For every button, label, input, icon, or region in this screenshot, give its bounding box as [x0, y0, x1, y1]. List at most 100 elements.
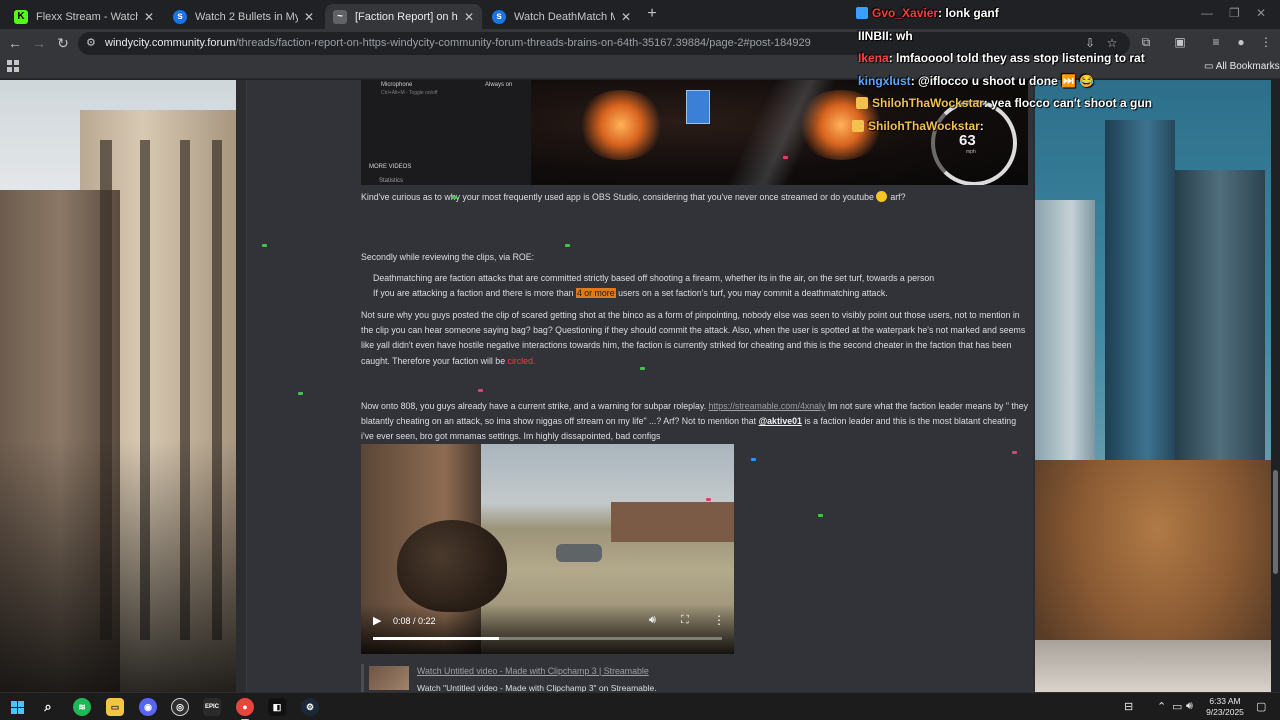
- user-mention-link[interactable]: @aktive01: [759, 416, 802, 426]
- confetti-particle: [751, 458, 756, 461]
- confetti-particle: [298, 392, 303, 395]
- confetti-particle: [565, 244, 570, 247]
- more-options-icon[interactable]: ⋮: [713, 613, 725, 627]
- apps-grid-icon[interactable]: [7, 60, 19, 72]
- confetti-particle: [1012, 451, 1017, 454]
- streamable-icon: s: [492, 9, 506, 24]
- always-on-label: Always on: [485, 82, 513, 88]
- chat-message: Ikena: lmfaooool told they ass stop list…: [858, 51, 1145, 65]
- post-paragraph: Now onto 808, you guys already have a cu…: [361, 401, 1029, 442]
- streamable-icon: s: [173, 9, 187, 24]
- kick-icon: K: [14, 9, 28, 24]
- scrollbar-thumb[interactable]: [1273, 470, 1278, 574]
- rule-quote: If you are attacking a faction and there…: [373, 288, 888, 298]
- clock-date: 9/23/2025: [1206, 707, 1244, 717]
- post-paragraph: Secondly while reviewing the clips, via …: [361, 252, 535, 262]
- site-info-icon[interactable]: ⚙: [86, 36, 96, 49]
- close-tab-icon[interactable]: ✕: [304, 10, 314, 24]
- notifications-icon[interactable]: ▢: [1256, 700, 1266, 713]
- file-explorer-icon[interactable]: ▭: [106, 698, 124, 716]
- post-paragraph: Kind've curious as to why your most freq…: [361, 191, 906, 202]
- chrome-icon[interactable]: ●: [236, 698, 254, 720]
- streamable-link[interactable]: https://streamable.com/4xnaly: [709, 401, 826, 411]
- close-tab-icon[interactable]: ✕: [464, 10, 474, 24]
- background-right-city-image: [1035, 80, 1280, 692]
- page-viewport: Microphone Ctrl+Alt+M - Toggle on/off Al…: [0, 80, 1280, 692]
- tab-title: Flexx Stream - Watch Live on K: [36, 10, 138, 23]
- chat-username: IINBII: [858, 29, 889, 43]
- chat-username: kingxlust: [858, 74, 911, 88]
- volume-tray-icon[interactable]: 🔊︎: [1186, 700, 1193, 713]
- network-icon[interactable]: ▭: [1172, 700, 1182, 713]
- chat-message: ShilohThaWockstar:: [852, 119, 984, 133]
- link-preview-title[interactable]: Watch Untitled video - Made with Clipcha…: [417, 666, 649, 676]
- chat-text: : @iflocco u shoot u done ⏭️ 😂: [910, 74, 1095, 88]
- back-icon[interactable]: ←: [6, 34, 24, 52]
- chat-text: : yea flocco can't shoot a gun: [983, 96, 1153, 110]
- close-tab-icon[interactable]: ✕: [144, 10, 154, 24]
- page-scrollbar[interactable]: [1271, 80, 1280, 692]
- chat-text: : lmfaooool told they ass stop listening…: [888, 51, 1145, 65]
- microphone-label: Microphone: [381, 82, 413, 88]
- play-icon[interactable]: ▶: [373, 614, 381, 627]
- confetti-particle: [640, 367, 645, 370]
- close-tab-icon[interactable]: ✕: [621, 10, 631, 24]
- video-player[interactable]: ▶ 0:08 / 0:22 🔊︎ ⛶ ⋮: [361, 444, 734, 654]
- reload-icon[interactable]: ↻: [54, 34, 72, 52]
- link-thumbnail: [369, 666, 409, 690]
- chat-message: ShilohThaWockstar: yea flocco can't shoo…: [856, 96, 1152, 110]
- windows-start-icon[interactable]: [8, 698, 26, 716]
- task-view-icon[interactable]: ⊟: [1124, 700, 1133, 713]
- capcut-icon[interactable]: ◧: [268, 698, 286, 716]
- taskbar-clock[interactable]: 6:33 AM 9/23/2025: [1200, 696, 1250, 718]
- rule-quote: Deathmatching are faction attacks that a…: [373, 273, 935, 283]
- forum-icon: ~: [333, 9, 347, 24]
- chat-username: ShilohThaWockstar: [872, 96, 984, 110]
- statistics-label: Statistics: [379, 178, 404, 184]
- volume-icon[interactable]: 🔊︎: [649, 614, 656, 627]
- chat-text: : lonk ganf: [938, 6, 999, 20]
- forum-post: Microphone Ctrl+Alt+M - Toggle on/off Al…: [246, 80, 1033, 692]
- stream-chat-overlay: Gvo_Xavier: lonk ganf IINBII: wh Ikena: …: [852, 4, 1276, 134]
- speed-value: 63: [959, 132, 976, 149]
- forum-page: Microphone Ctrl+Alt+M - Toggle on/off Al…: [236, 80, 1035, 692]
- steam-icon[interactable]: ⚙: [301, 698, 319, 716]
- tab-flexx-stream[interactable]: K Flexx Stream - Watch Live on K ✕: [6, 4, 162, 29]
- video-time: 0:08 / 0:22: [393, 616, 436, 626]
- tab-title: Watch DeathMatch Mentality |: [514, 10, 615, 23]
- video-seek-bar[interactable]: [373, 637, 722, 640]
- fullscreen-icon[interactable]: ⛶: [681, 614, 689, 627]
- discord-icon[interactable]: ◉: [139, 698, 157, 716]
- confetti-particle: [452, 196, 457, 199]
- more-videos-label: MORE VIDEOS: [369, 164, 412, 170]
- obs-icon[interactable]: ◎: [171, 698, 189, 716]
- tab-title: Watch 2 Bullets in My Yawk: [195, 10, 298, 23]
- tray-chevron-icon[interactable]: ⌃: [1157, 700, 1166, 713]
- windows-taskbar: ⌕ ≋ ▭ ◉ ◎ EPIC ● ◧ ⚙ ⊟ ⌃ ▭ 🔊︎ 6:33 AM 9/…: [0, 692, 1280, 720]
- background-left-city-image: [0, 80, 236, 692]
- video-progress: [373, 637, 499, 640]
- speed-unit: mph: [966, 149, 976, 155]
- confetti-particle: [818, 514, 823, 517]
- link-preview-card[interactable]: Watch Untitled video - Made with Clipcha…: [361, 664, 1021, 692]
- confetti-particle: [478, 389, 483, 392]
- tab-2-bullets[interactable]: s Watch 2 Bullets in My Yawk ✕: [165, 4, 322, 29]
- epic-games-icon[interactable]: EPIC: [203, 698, 221, 716]
- confetti-particle: [706, 498, 711, 501]
- confetti-particle: [783, 156, 788, 159]
- forward-icon[interactable]: →: [30, 34, 48, 52]
- new-tab-button[interactable]: +: [643, 5, 661, 23]
- tab-title: [Faction Report] on https://win: [355, 10, 458, 23]
- chat-message: IINBII: wh: [858, 29, 913, 43]
- search-icon[interactable]: ⌕: [39, 698, 57, 716]
- highlighted-text: 4 or more: [575, 288, 616, 298]
- tab-faction-report[interactable]: ~ [Faction Report] on https://win ✕: [325, 4, 482, 29]
- url-text: windycity.community.forum/threads/factio…: [105, 37, 811, 49]
- spotify-icon[interactable]: ≋: [73, 698, 91, 716]
- thinking-emoji-icon: [876, 191, 888, 202]
- chat-message: kingxlust: @iflocco u shoot u done ⏭️ 😂: [858, 74, 1094, 88]
- chat-badge-icon: [852, 120, 864, 132]
- tab-deathmatch[interactable]: s Watch DeathMatch Mentality | ✕: [484, 4, 639, 29]
- chat-text: : wh: [888, 29, 913, 43]
- link-preview-desc: Watch "Untitled video - Made with Clipch…: [417, 683, 657, 692]
